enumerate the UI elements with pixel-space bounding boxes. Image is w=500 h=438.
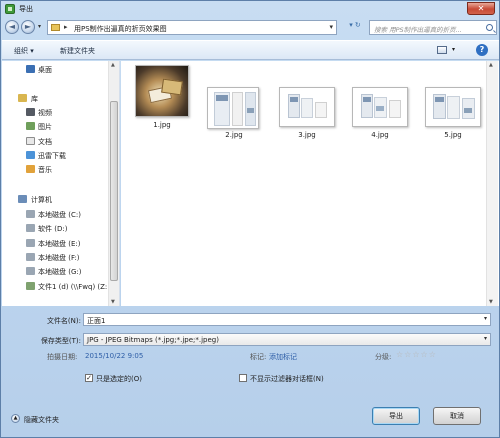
desktop-icon xyxy=(26,65,35,73)
address-bar[interactable]: ▸ 用PS制作出逼真的折页效果图 ▾ xyxy=(47,20,337,35)
filetype-dropdown-icon[interactable]: ▾ xyxy=(484,335,487,342)
address-dropdown-icon[interactable]: ▾ xyxy=(329,23,333,31)
tags-value[interactable]: 添加标记 xyxy=(269,352,297,362)
only-selected-label[interactable]: 只是选定的(O) xyxy=(96,374,142,384)
back-button[interactable]: ◄ xyxy=(5,20,19,34)
export-button[interactable]: 导出 xyxy=(372,407,420,425)
date-taken-label: 拍摄日期: xyxy=(47,353,78,361)
title-bar: 导出 ✕ xyxy=(1,1,499,17)
file-list: 1.jpg 2.jpg 3.jpg 4.jpg 5.jpg xyxy=(121,61,499,306)
filetype-value[interactable]: JPG - JPEG Bitmaps (*.jpg;*.jpe;*.jpeg) xyxy=(87,336,219,344)
scroll-up-icon[interactable]: ▲ xyxy=(111,62,115,68)
library-icon xyxy=(18,94,27,102)
tags-label: 标记: xyxy=(250,353,267,361)
star-icon[interactable]: ☆ xyxy=(429,350,436,359)
navigation-pane: 桌面 库 视频 图片 文档 迅雷下载 音乐 计算机 本地磁盘 (C:) 软件 (… xyxy=(2,61,120,306)
file-thumbnail xyxy=(352,87,408,127)
no-filter-dialog-checkbox[interactable] xyxy=(239,374,247,382)
file-thumbnail xyxy=(135,65,189,117)
file-name: 2.jpg xyxy=(225,131,243,139)
hide-folders-label[interactable]: 隐藏文件夹 xyxy=(24,415,59,425)
music-icon xyxy=(26,165,35,173)
file-name: 4.jpg xyxy=(371,131,389,139)
filename-dropdown-icon[interactable]: ▾ xyxy=(484,315,487,322)
star-icon[interactable]: ☆ xyxy=(404,350,411,359)
rating-label: 分级: xyxy=(375,353,392,361)
address-path[interactable]: 用PS制作出逼真的折页效果图 xyxy=(74,24,167,34)
file-name: 3.jpg xyxy=(298,131,316,139)
star-icon[interactable]: ☆ xyxy=(396,350,403,359)
file-name: 5.jpg xyxy=(444,131,462,139)
window-title: 导出 xyxy=(19,5,33,13)
file-name: 1.jpg xyxy=(153,121,171,129)
only-selected-checkbox[interactable]: ✓ xyxy=(85,374,93,382)
date-taken-value[interactable]: 2015/10/22 9:05 xyxy=(85,352,143,360)
scroll-down-icon[interactable]: ▼ xyxy=(111,299,115,305)
new-folder-button[interactable]: 新建文件夹 xyxy=(60,46,95,56)
rating-stars[interactable]: ☆☆☆☆☆ xyxy=(396,350,437,359)
network-drive-icon xyxy=(26,282,35,290)
navigation-scroll-thumb[interactable] xyxy=(110,101,118,281)
file-item[interactable]: 1.jpg xyxy=(131,65,193,139)
file-item[interactable]: 5.jpg xyxy=(422,87,484,157)
forward-button[interactable]: ► xyxy=(21,20,35,34)
scroll-up-icon[interactable]: ▲ xyxy=(489,62,493,68)
document-icon xyxy=(26,137,35,145)
help-icon[interactable]: ? xyxy=(476,44,488,56)
view-options-icon[interactable] xyxy=(437,46,447,54)
download-icon xyxy=(26,151,35,159)
close-button[interactable]: ✕ xyxy=(467,2,495,15)
file-item[interactable]: 2.jpg xyxy=(203,87,265,157)
star-icon[interactable]: ☆ xyxy=(412,350,419,359)
refresh-button[interactable]: ▾ ↻ xyxy=(343,21,367,34)
no-filter-dialog-label[interactable]: 不显示过滤器对话框(N) xyxy=(250,374,324,384)
file-thumbnail xyxy=(425,87,481,127)
toolbar: 组织 ▾ 新建文件夹 ▾ ? xyxy=(2,40,499,60)
file-item[interactable]: 4.jpg xyxy=(349,87,411,157)
filetype-select[interactable]: JPG - JPEG Bitmaps (*.jpg;*.jpe;*.jpeg) … xyxy=(83,333,491,346)
star-icon[interactable]: ☆ xyxy=(421,350,428,359)
search-icon[interactable] xyxy=(486,24,493,31)
file-thumbnail xyxy=(207,87,259,129)
filename-label: 文件名(N): xyxy=(46,317,81,325)
app-icon xyxy=(5,4,15,14)
file-list-scrollbar[interactable]: ▲ ▼ xyxy=(486,61,498,306)
cancel-button[interactable]: 取消 xyxy=(433,407,481,425)
file-item[interactable]: 3.jpg xyxy=(276,87,338,157)
breadcrumb-arrow-icon[interactable]: ▸ xyxy=(64,23,68,31)
scroll-down-icon[interactable]: ▼ xyxy=(489,299,493,305)
drive-icon xyxy=(26,210,35,218)
hide-folders-toggle[interactable]: ▲ xyxy=(11,414,20,423)
video-icon xyxy=(26,108,35,116)
filename-value[interactable]: 正面1 xyxy=(87,317,105,325)
drive-icon xyxy=(26,239,35,247)
filename-field[interactable]: 正面1 ▾ xyxy=(83,313,491,326)
organize-menu[interactable]: 组织 ▾ xyxy=(14,46,34,56)
folder-icon xyxy=(51,24,60,31)
search-placeholder: 搜索 用PS制作出逼真的折页... xyxy=(374,26,462,34)
search-input[interactable]: 搜索 用PS制作出逼真的折页... xyxy=(369,20,497,35)
drive-icon xyxy=(26,253,35,261)
navigation-scrollbar[interactable]: ▲ ▼ xyxy=(108,61,119,306)
view-dropdown-icon[interactable]: ▾ xyxy=(452,46,455,53)
picture-icon xyxy=(26,122,35,130)
export-dialog: 导出 ✕ ◄ ► ▾ ▸ 用PS制作出逼真的折页效果图 ▾ ▾ ↻ 搜索 用PS… xyxy=(0,0,500,438)
filetype-label: 保存类型(T): xyxy=(40,337,81,345)
computer-icon xyxy=(18,195,27,203)
recent-pages-dropdown[interactable]: ▾ xyxy=(38,23,41,30)
drive-icon xyxy=(26,267,35,275)
file-thumbnail xyxy=(279,87,335,127)
drive-icon xyxy=(26,224,35,232)
